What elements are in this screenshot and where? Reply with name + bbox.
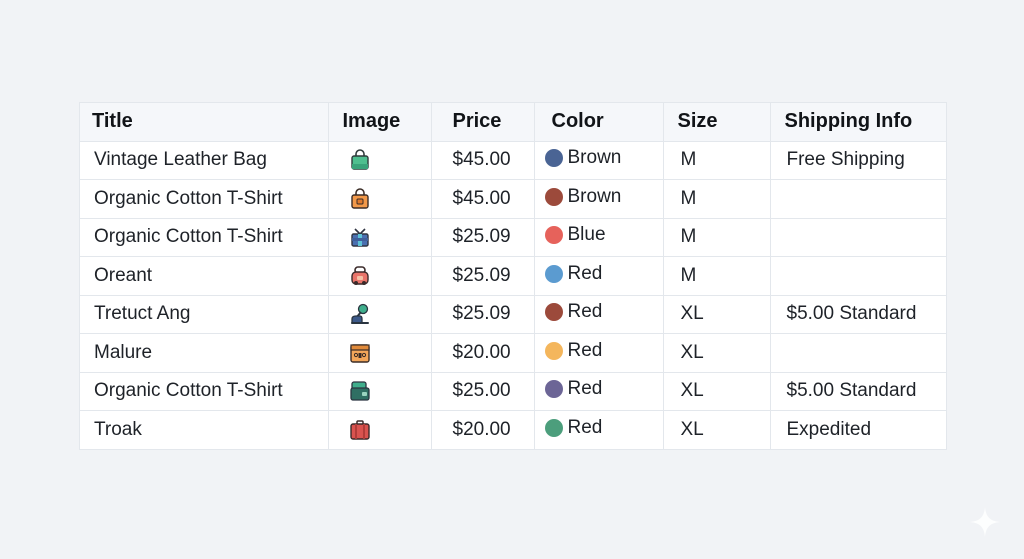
cell-title: Organic Cotton T-Shirt	[80, 218, 329, 257]
cell-title: Troak	[80, 410, 329, 449]
cell-price: $25.00	[431, 372, 535, 411]
cell-price: $25.09	[431, 295, 535, 334]
cell-shipping	[770, 333, 946, 373]
cell-color: Red	[534, 333, 664, 373]
cell-size: XL	[663, 333, 771, 373]
red-backpack-icon	[349, 265, 371, 287]
color-swatch	[544, 187, 563, 206]
cell-shipping	[770, 179, 946, 219]
color-swatch	[544, 303, 563, 322]
product-table: Title Image Price Color Size Shipping In…	[80, 103, 946, 449]
color-swatch	[544, 226, 563, 245]
header-shipping-info[interactable]: Shipping Info	[770, 103, 946, 142]
sparkle-icon	[970, 507, 1000, 537]
cell-size: XL	[663, 410, 771, 449]
cell-color: Red	[534, 256, 664, 296]
color-swatch	[544, 341, 563, 360]
cell-shipping: $5.00 Standard	[770, 372, 946, 411]
cell-image	[328, 295, 432, 334]
orange-chest-icon	[349, 342, 371, 364]
product-table-card: Title Image Price Color Size Shipping In…	[79, 102, 947, 450]
color-swatch	[544, 419, 563, 437]
cell-price: $45.00	[431, 141, 535, 180]
color-swatch	[544, 149, 563, 168]
color-swatch	[544, 264, 563, 283]
cell-shipping: Free Shipping	[770, 141, 946, 180]
color-swatch	[544, 380, 563, 399]
table-row[interactable]: Troak $20.00 Red XL Expedited	[80, 410, 946, 449]
table-header: Title Image Price Color Size Shipping In…	[80, 103, 946, 142]
color-label: Red	[567, 378, 603, 400]
cell-image	[328, 410, 432, 449]
cell-color: Brown	[534, 179, 664, 219]
cell-shipping: $5.00 Standard	[770, 295, 946, 334]
cell-shipping	[770, 256, 946, 296]
header-size[interactable]: Size	[663, 103, 771, 142]
cell-size: M	[663, 141, 771, 180]
color-label: Red	[567, 339, 603, 361]
header-color[interactable]: Color	[534, 103, 664, 142]
cell-image	[328, 256, 432, 296]
color-label: Red	[567, 262, 603, 284]
cell-color: Red	[534, 372, 664, 411]
color-label: Red	[567, 417, 603, 438]
header-row: Title Image Price Color Size Shipping In…	[80, 103, 946, 142]
cell-size: M	[663, 256, 771, 296]
cell-size: XL	[663, 295, 771, 334]
cell-shipping	[770, 218, 946, 257]
cell-title: Malure	[80, 333, 329, 373]
cell-shipping: Expedited	[786, 419, 872, 440]
header-title[interactable]: Title	[80, 103, 329, 142]
cell-title: Oreant	[80, 256, 329, 296]
blue-gift-box-icon	[349, 226, 371, 248]
cell-image	[328, 218, 432, 257]
table-row[interactable]: Oreant $25.09 Red M	[80, 256, 946, 296]
table-row[interactable]: Vintage Leather Bag $45.00 Brown M Free …	[80, 141, 946, 180]
cell-image	[328, 372, 432, 411]
cell-color: Red	[534, 410, 664, 449]
teal-lamp-icon	[349, 303, 371, 325]
color-label: Blue	[567, 224, 606, 246]
table-row[interactable]: Organic Cotton T-Shirt $25.09 Blue M	[80, 218, 946, 257]
cell-price: $25.09	[431, 218, 535, 257]
green-shopping-bag-icon	[349, 149, 371, 171]
cell-price: $25.09	[431, 256, 535, 296]
cell-price: $20.00	[431, 410, 535, 449]
green-wallet-icon	[349, 380, 371, 402]
cell-title: Tretuct Ang	[80, 295, 329, 334]
table-row[interactable]: Tretuct Ang $25.09 Red XL $5.00 Standard	[80, 295, 946, 334]
table-row[interactable]: Organic Cotton T-Shirt $25.00 Red XL $5.…	[80, 372, 946, 411]
orange-tote-bag-icon	[349, 187, 371, 210]
color-label: Brown	[567, 185, 622, 207]
cell-color: Red	[534, 295, 664, 334]
cell-size: M	[663, 179, 771, 219]
cell-image	[328, 179, 432, 219]
cell-image	[328, 141, 432, 180]
cell-price: $45.00	[431, 179, 535, 219]
cell-title: Organic Cotton T-Shirt	[80, 372, 329, 411]
cell-title: Vintage Leather Bag	[80, 141, 329, 180]
cell-title: Organic Cotton T-Shirt	[80, 179, 329, 219]
table-body: Vintage Leather Bag $45.00 Brown M Free …	[80, 141, 946, 449]
red-suitcase-icon	[349, 419, 371, 441]
table-row[interactable]: Organic Cotton T-Shirt $45.00 Brown M	[80, 179, 946, 219]
color-label: Brown	[567, 147, 622, 169]
color-label: Red	[567, 301, 603, 323]
cell-price: $20.00	[431, 333, 535, 373]
cell-image	[328, 333, 432, 373]
header-price[interactable]: Price	[431, 103, 535, 142]
cell-size: M	[663, 218, 771, 257]
table-row[interactable]: Malure $20.00 Red XL	[80, 333, 946, 373]
header-image[interactable]: Image	[328, 103, 432, 142]
cell-color: Blue	[534, 218, 664, 257]
cell-color: Brown	[534, 141, 664, 180]
cell-size: XL	[663, 372, 771, 411]
